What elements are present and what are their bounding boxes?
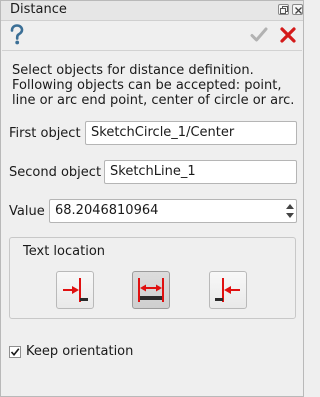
float-panel-icon[interactable]	[278, 4, 289, 15]
distance-panel: Distance Select objects for distance def…	[0, 0, 304, 397]
keep-orientation-label: Keep orientation	[26, 344, 134, 359]
toolbar-divider	[2, 50, 302, 51]
first-object-label: First object	[9, 126, 81, 141]
text-location-right-button[interactable]	[209, 271, 247, 309]
text-location-center-button[interactable]	[132, 271, 170, 309]
check-icon[interactable]	[250, 26, 268, 44]
panel-title-bar: Distance	[1, 1, 303, 21]
text-center-icon	[138, 278, 164, 302]
text-location-title: Text location	[23, 244, 106, 259]
panel-title: Distance	[10, 2, 67, 17]
description-line: line or arc end point, center of circle …	[12, 93, 295, 108]
spin-down-icon[interactable]	[284, 211, 296, 221]
text-location-left-button[interactable]	[56, 271, 94, 309]
value-input[interactable]: 68.2046810964	[49, 199, 297, 223]
text-left-icon	[63, 278, 88, 302]
spin-up-icon[interactable]	[284, 201, 296, 211]
description-text: Select objects for distance definition. …	[12, 63, 297, 108]
keep-orientation-checkbox[interactable]	[9, 346, 21, 358]
text-right-icon	[215, 278, 240, 302]
close-panel-icon[interactable]	[292, 4, 303, 15]
dialog-toolbar	[1, 21, 303, 51]
value-spinner[interactable]	[284, 201, 296, 221]
second-object-label: Second object	[9, 165, 102, 180]
cancel-x-icon[interactable]	[279, 26, 297, 44]
description-line: Select objects for distance definition.	[12, 63, 254, 78]
help-question-icon[interactable]	[8, 24, 26, 46]
checkmark-icon	[10, 348, 20, 357]
description-line: Following objects can be accepted: point…	[12, 78, 282, 93]
first-object-field[interactable]: SketchCircle_1/Center	[85, 121, 297, 145]
second-object-field[interactable]: SketchLine_1	[104, 160, 297, 184]
value-label: Value	[9, 204, 45, 219]
